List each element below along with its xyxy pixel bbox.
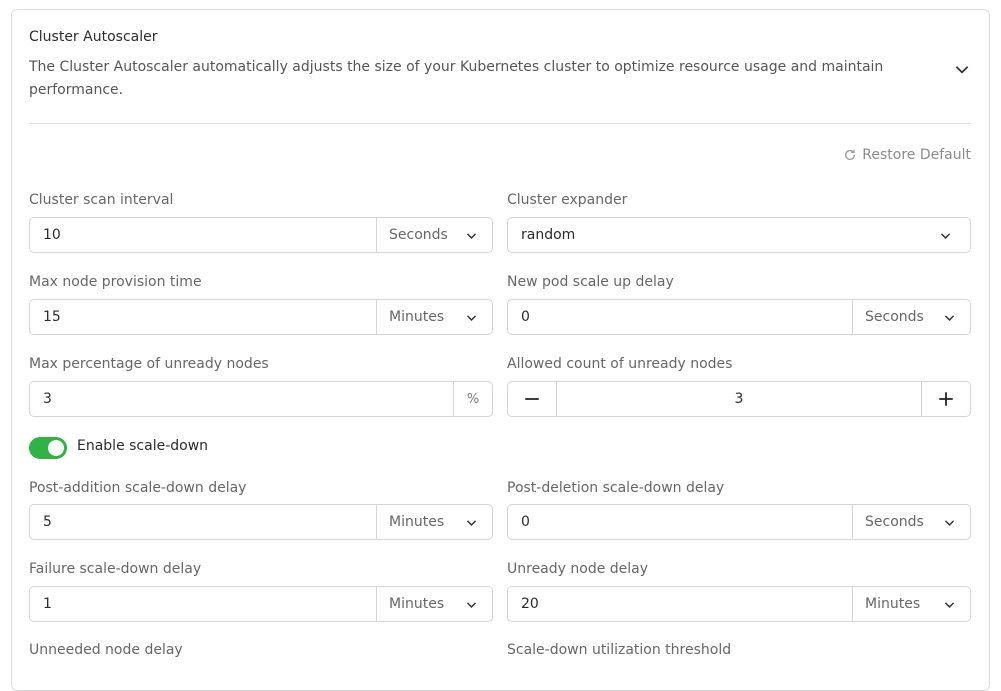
unready-delay-label: Unready node delay [507,561,649,577]
refresh-icon [845,149,856,160]
scale-down-label: Enable scale-down [77,438,209,454]
section-title: Cluster Autoscaler [29,29,158,45]
max-unready-pct-field[interactable]: 3 % [29,381,493,417]
post-add-delay-value[interactable]: 5 [30,514,376,530]
expander-select[interactable]: random [507,217,971,253]
unit-label: Minutes [389,596,445,612]
increment-button[interactable] [922,382,970,416]
restore-default-label: Restore Default [862,147,971,163]
scan-interval-field[interactable]: 10 Seconds [29,217,493,253]
scale-up-delay-unit-select[interactable]: Seconds [852,300,970,334]
unready-count-label: Allowed count of unready nodes [507,356,733,372]
provision-time-label: Max node provision time [29,274,202,290]
provision-time-unit-select[interactable]: Minutes [376,300,492,334]
unit-label: Minutes [389,514,445,530]
chevron-down-icon [944,519,955,526]
chevron-down-icon [944,601,955,608]
post-add-delay-label: Post-addition scale-down delay [29,480,247,496]
max-unready-pct-value[interactable]: 3 [30,391,453,407]
post-del-delay-field[interactable]: 0 Seconds [507,504,971,540]
unready-count-value[interactable]: 3 [556,382,922,416]
scan-interval-unit-select[interactable]: Seconds [376,218,492,252]
chevron-down-icon [466,519,477,526]
provision-time-field[interactable]: 15 Minutes [29,299,493,335]
unit-label: Seconds [389,227,448,243]
unit-label: Minutes [865,596,921,612]
chevron-down-icon [466,314,477,321]
divider [29,123,971,124]
unit-label: Seconds [865,514,924,530]
unneeded-delay-label: Unneeded node delay [29,642,183,658]
decrement-button[interactable] [508,382,556,416]
unready-delay-value[interactable]: 20 [508,596,852,612]
post-del-delay-unit-select[interactable]: Seconds [852,505,970,539]
chevron-down-icon [466,601,477,608]
scale-up-delay-value[interactable]: 0 [508,309,852,325]
post-add-delay-unit-select[interactable]: Minutes [376,505,492,539]
scan-interval-label: Cluster scan interval [29,192,174,208]
failure-delay-unit-select[interactable]: Minutes [376,587,492,621]
post-add-delay-field[interactable]: 5 Minutes [29,504,493,540]
post-del-delay-label: Post-deletion scale-down delay [507,480,725,496]
restore-default-button[interactable]: Restore Default [843,147,971,163]
failure-delay-value[interactable]: 1 [30,596,376,612]
unit-label: Seconds [865,309,924,325]
provision-time-value[interactable]: 15 [30,309,376,325]
scale-up-delay-field[interactable]: 0 Seconds [507,299,971,335]
toggle-knob [48,440,64,456]
percent-suffix: % [453,382,492,416]
chevron-down-icon [944,314,955,321]
section-description: The Cluster Autoscaler automatically adj… [29,59,884,98]
plus-icon [939,392,953,406]
failure-delay-field[interactable]: 1 Minutes [29,586,493,622]
unready-delay-unit-select[interactable]: Minutes [852,587,970,621]
util-threshold-label: Scale-down utilization threshold [507,642,732,658]
scan-interval-value[interactable]: 10 [30,227,376,243]
chevron-down-icon[interactable] [953,60,971,78]
expander-label: Cluster expander [507,192,628,208]
scale-down-toggle[interactable] [29,437,67,459]
scale-up-delay-label: New pod scale up delay [507,274,674,290]
expander-value: random [521,227,576,243]
max-unready-pct-label: Max percentage of unready nodes [29,356,269,372]
unready-count-stepper[interactable]: 3 [507,381,971,417]
unready-delay-field[interactable]: 20 Minutes [507,586,971,622]
failure-delay-label: Failure scale-down delay [29,561,202,577]
chevron-down-icon [466,232,477,239]
post-del-delay-value[interactable]: 0 [508,514,852,530]
unit-label: Minutes [389,309,445,325]
chevron-down-icon [940,232,951,239]
minus-icon [525,398,539,400]
